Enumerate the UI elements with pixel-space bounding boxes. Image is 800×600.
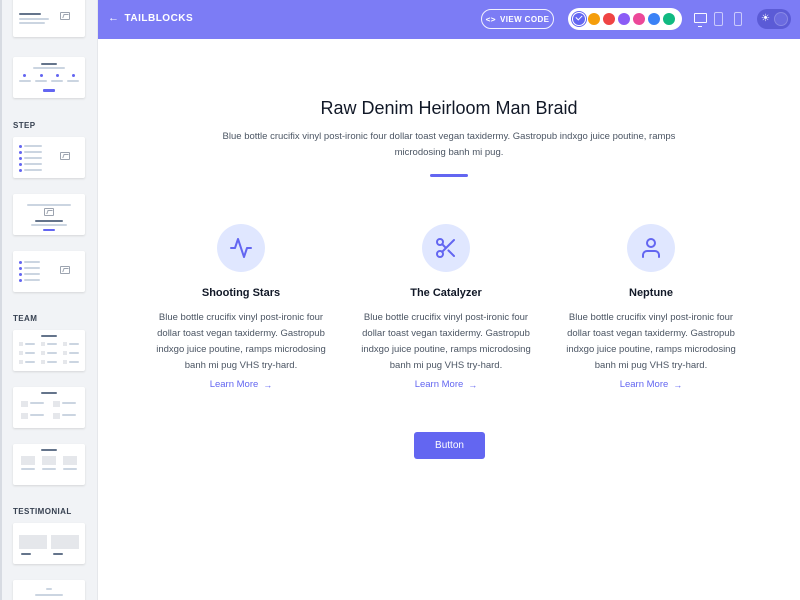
feature-title: Shooting Stars xyxy=(201,287,281,299)
block-thumbnail[interactable] xyxy=(13,580,85,600)
block-thumbnail[interactable] xyxy=(13,194,85,235)
feature-card: Shooting Stars Blue bottle crucifix viny… xyxy=(146,224,336,392)
page-subtitle: Blue bottle crucifix vinyl post-ironic f… xyxy=(222,131,676,158)
color-swatch-blue[interactable] xyxy=(648,13,660,25)
feature-title: Neptune xyxy=(629,287,673,299)
phone-icon[interactable] xyxy=(734,12,742,26)
view-code-button[interactable]: <> VIEW CODE xyxy=(481,9,554,29)
color-swatch-purple[interactable] xyxy=(618,13,630,25)
block-thumbnail[interactable] xyxy=(13,444,85,485)
block-thumbnail[interactable] xyxy=(13,57,85,98)
feature-text: Blue bottle crucifix vinyl post-ironic f… xyxy=(156,312,326,371)
block-thumbnail[interactable] xyxy=(13,330,85,371)
feature-text: Blue bottle crucifix vinyl post-ironic f… xyxy=(566,312,736,371)
block-thumbnail[interactable] xyxy=(13,137,85,178)
block-thumbnail[interactable] xyxy=(13,523,85,564)
back-button[interactable]: ← TAILBLOCKS xyxy=(108,12,194,25)
feature-card: Neptune Blue bottle crucifix vinyl post-… xyxy=(556,224,746,392)
feature-card: The Catalyzer Blue bottle crucifix vinyl… xyxy=(351,224,541,392)
arrow-right-icon: → xyxy=(468,379,478,390)
block-thumbnail[interactable] xyxy=(13,387,85,428)
color-swatch-indigo[interactable] xyxy=(573,13,585,25)
block-thumbnail[interactable] xyxy=(13,0,85,37)
code-icon: <> xyxy=(485,14,497,24)
theme-toggle[interactable]: ☀ xyxy=(757,9,791,29)
page-title: Raw Denim Heirloom Man Braid xyxy=(320,98,578,118)
check-icon xyxy=(575,13,583,21)
learn-more-label: Learn More xyxy=(414,379,464,390)
learn-more-label: Learn More xyxy=(619,379,669,390)
desktop-icon[interactable] xyxy=(694,13,707,27)
learn-more-link[interactable]: Learn More → xyxy=(620,379,683,390)
sun-icon: ☀ xyxy=(761,13,770,24)
color-swatch-green[interactable] xyxy=(663,13,675,25)
top-bar: ← TAILBLOCKS <> VIEW CODE ☀ xyxy=(98,0,800,39)
arrow-left-icon: ← xyxy=(108,12,120,24)
learn-more-label: Learn More xyxy=(209,379,259,390)
sidebar: STEP TEAM TESTIMONIAL xyxy=(0,0,98,600)
color-swatch-pink[interactable] xyxy=(633,13,645,25)
arrow-right-icon: → xyxy=(263,379,273,390)
user-icon xyxy=(627,224,675,272)
color-swatch-yellow[interactable] xyxy=(588,13,600,25)
learn-more-link[interactable]: Learn More → xyxy=(415,379,478,390)
section-label-step: STEP xyxy=(13,121,36,130)
block-thumbnail[interactable] xyxy=(13,251,85,292)
preview-area: Raw Denim Heirloom Man Braid Blue bottle… xyxy=(98,39,800,600)
back-label: TAILBLOCKS xyxy=(124,13,194,24)
feature-title: The Catalyzer xyxy=(410,287,482,299)
activity-icon xyxy=(217,224,265,272)
color-palette xyxy=(568,8,682,30)
feature-text: Blue bottle crucifix vinyl post-ironic f… xyxy=(361,312,531,371)
learn-more-link[interactable]: Learn More → xyxy=(210,379,273,390)
toggle-knob xyxy=(774,12,788,26)
view-code-label: VIEW CODE xyxy=(500,14,550,24)
tablet-icon[interactable] xyxy=(714,12,723,26)
scissors-icon xyxy=(422,224,470,272)
primary-button[interactable]: Button xyxy=(414,432,485,459)
color-swatch-red[interactable] xyxy=(603,13,615,25)
section-label-testimonial: TESTIMONIAL xyxy=(13,507,72,516)
arrow-right-icon: → xyxy=(673,379,683,390)
section-label-team: TEAM xyxy=(13,314,38,323)
title-divider xyxy=(430,174,468,177)
